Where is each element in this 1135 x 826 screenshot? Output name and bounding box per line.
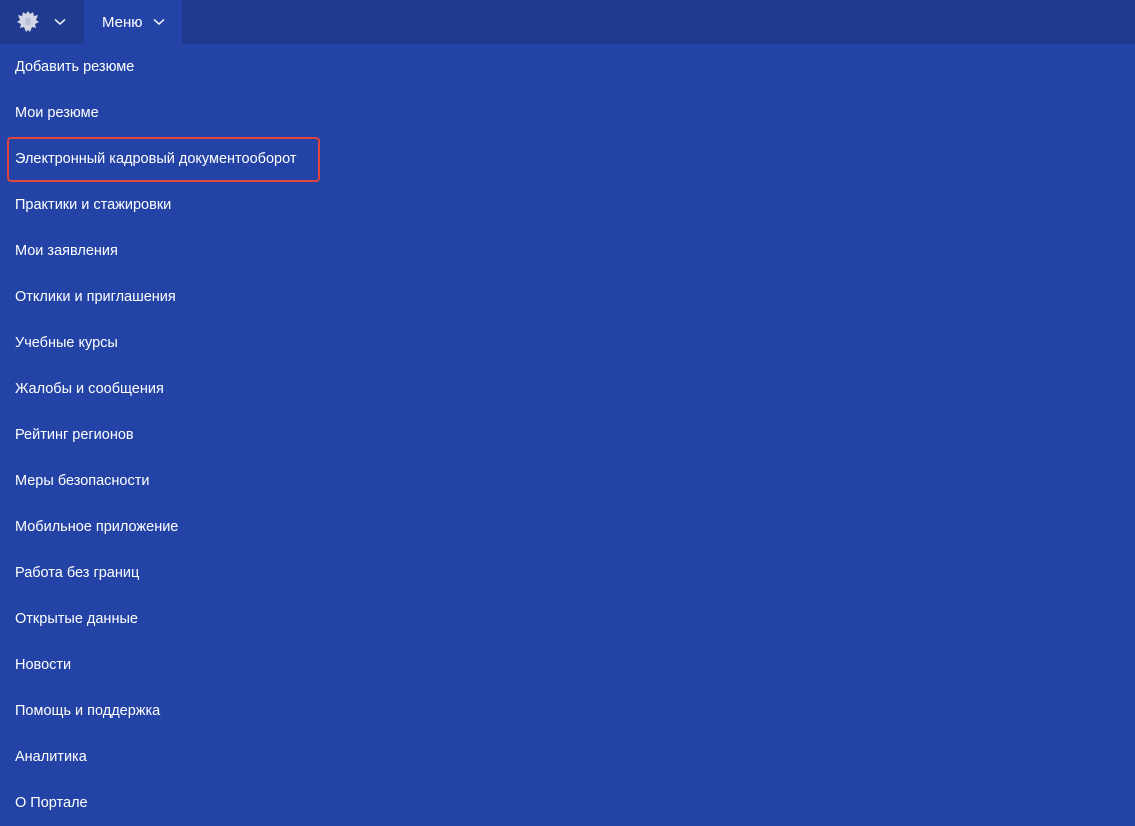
menu-item-responses-invitations[interactable]: Отклики и приглашения bbox=[0, 274, 1135, 320]
menu-item-security[interactable]: Меры безопасности bbox=[0, 458, 1135, 504]
menu-item-help-support[interactable]: Помощь и поддержка bbox=[0, 688, 1135, 734]
top-navigation-bar: Меню bbox=[0, 0, 1135, 44]
chevron-down-icon bbox=[153, 18, 165, 26]
menu-item-region-rating[interactable]: Рейтинг регионов bbox=[0, 412, 1135, 458]
emblem-dropdown-button[interactable] bbox=[0, 0, 84, 44]
menu-dropdown-button[interactable]: Меню bbox=[84, 0, 182, 44]
main-menu-list: Добавить резюме Мои резюме Электронный к… bbox=[0, 44, 1135, 826]
menu-item-my-applications[interactable]: Мои заявления bbox=[0, 228, 1135, 274]
menu-item-electronic-hr-docs[interactable]: Электронный кадровый документооборот bbox=[0, 136, 1135, 182]
menu-item-complaints[interactable]: Жалобы и сообщения bbox=[0, 366, 1135, 412]
chevron-down-icon bbox=[54, 18, 66, 26]
menu-button-label: Меню bbox=[102, 13, 143, 31]
menu-item-work-without-borders[interactable]: Работа без границ bbox=[0, 550, 1135, 596]
menu-item-news[interactable]: Новости bbox=[0, 642, 1135, 688]
menu-item-open-data[interactable]: Открытые данные bbox=[0, 596, 1135, 642]
menu-item-courses[interactable]: Учебные курсы bbox=[0, 320, 1135, 366]
menu-item-add-resume[interactable]: Добавить резюме bbox=[0, 44, 1135, 90]
menu-item-internships[interactable]: Практики и стажировки bbox=[0, 182, 1135, 228]
menu-item-about-portal[interactable]: О Портале bbox=[0, 780, 1135, 826]
menu-item-analytics[interactable]: Аналитика bbox=[0, 734, 1135, 780]
menu-item-mobile-app[interactable]: Мобильное приложение bbox=[0, 504, 1135, 550]
menu-item-my-resumes[interactable]: Мои резюме bbox=[0, 90, 1135, 136]
russian-coat-of-arms-icon bbox=[17, 11, 39, 32]
